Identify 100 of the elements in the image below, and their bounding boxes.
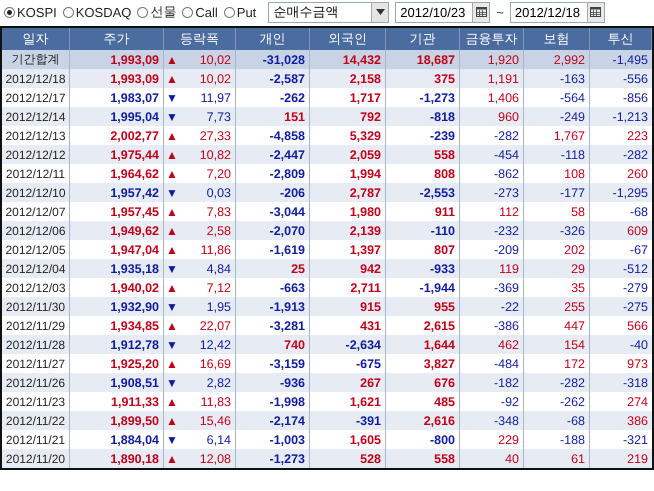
calendar-icon[interactable] — [590, 7, 602, 17]
value-cell: 29 — [524, 259, 590, 278]
date-cell: 2012/11/20 — [2, 449, 70, 468]
value-cell: 151 — [236, 107, 310, 126]
date-cell: 2012/12/18 — [2, 69, 70, 88]
metric-dropdown[interactable]: 순매수금액 — [268, 2, 390, 22]
value-cell: 462 — [460, 335, 524, 354]
trend-arrow: ▼ — [166, 262, 178, 274]
column-header[interactable]: 일자 — [2, 28, 70, 50]
change-value: 2,58 — [206, 224, 231, 238]
change-value: 11,83 — [200, 394, 231, 408]
value-cell: 154 — [524, 335, 590, 354]
trend-arrow: ▼ — [166, 434, 178, 446]
market-radio[interactable]: KOSDAQ — [62, 4, 132, 20]
price-cell: 1,995,04 — [70, 107, 164, 126]
value-cell: 119 — [460, 259, 524, 278]
column-header[interactable]: 투신 — [590, 28, 652, 50]
date-cell: 2012/12/10 — [2, 183, 70, 202]
value-cell: -2,553 — [386, 183, 460, 202]
value-cell: 18,687 — [386, 50, 460, 69]
value-cell: -177 — [524, 183, 590, 202]
value-cell: -1,495 — [590, 50, 652, 69]
value-cell: -391 — [310, 411, 386, 430]
change-value: 15,46 — [200, 414, 231, 428]
trend-arrow: ▲ — [166, 358, 178, 370]
value-cell: -182 — [460, 373, 524, 392]
value-cell: -2,174 — [236, 411, 310, 430]
column-header[interactable]: 금융투자 — [460, 28, 524, 50]
change-value: 10,02 — [200, 72, 231, 86]
price-cell: 1,899,50 — [70, 411, 164, 430]
trend-arrow: ▲ — [166, 244, 178, 256]
value-cell: -348 — [460, 411, 524, 430]
column-header[interactable]: 개인 — [236, 28, 310, 50]
trend-arrow: ▲ — [166, 130, 178, 142]
date-field[interactable]: 2012/10/23 — [395, 2, 490, 22]
value-cell: -68 — [524, 411, 590, 430]
trend-arrow: ▲ — [166, 282, 178, 294]
price-cell: 1,949,62 — [70, 221, 164, 240]
value-cell: 25 — [236, 259, 310, 278]
value-cell: 40 — [460, 449, 524, 468]
value-cell: 740 — [236, 335, 310, 354]
change-value: 7,20 — [206, 166, 231, 180]
change-value: 27,33 — [200, 128, 231, 142]
date-cell: 2012/11/26 — [2, 373, 70, 392]
value-cell: -282 — [524, 373, 590, 392]
trend-arrow: ▼ — [166, 338, 178, 350]
date-cell: 2012/12/06 — [2, 221, 70, 240]
value-cell: 375 — [386, 69, 460, 88]
market-radio[interactable]: 선물 — [137, 3, 176, 21]
price-cell: 1,993,09 — [70, 50, 164, 69]
value-cell: 61 — [524, 449, 590, 468]
price-cell: 1,890,18 — [70, 449, 164, 468]
value-cell: -936 — [236, 373, 310, 392]
change-value: 12,42 — [200, 338, 231, 352]
trend-arrow: ▲ — [166, 452, 178, 464]
price-cell: 1,932,90 — [70, 297, 164, 316]
value-cell: 558 — [386, 145, 460, 164]
change-value: 7,12 — [206, 280, 231, 294]
market-radio[interactable]: Call — [182, 4, 218, 20]
value-cell: -232 — [460, 221, 524, 240]
range-separator: ~ — [496, 4, 504, 20]
value-cell: 219 — [590, 449, 652, 468]
column-header[interactable]: 등락폭 — [164, 28, 236, 50]
value-cell: -1,213 — [590, 107, 652, 126]
value-cell: -326 — [524, 221, 590, 240]
column-header[interactable]: 기관 — [386, 28, 460, 50]
column-header[interactable]: 외국인 — [310, 28, 386, 50]
trend-arrow: ▼ — [166, 110, 178, 122]
change-value: 2,82 — [206, 376, 231, 390]
date-cell: 2012/11/22 — [2, 411, 70, 430]
value-cell: -163 — [524, 69, 590, 88]
value-cell: -818 — [386, 107, 460, 126]
price-cell: 1,975,44 — [70, 145, 164, 164]
trend-arrow: ▲ — [166, 396, 178, 408]
column-header[interactable]: 보험 — [524, 28, 590, 50]
date-field[interactable]: 2012/12/18 — [510, 2, 605, 22]
change-value: 7,73 — [206, 110, 231, 124]
change-value: 11,86 — [200, 242, 231, 256]
value-cell: 558 — [386, 449, 460, 468]
calendar-icon[interactable] — [476, 7, 487, 17]
value-cell: -110 — [386, 221, 460, 240]
market-radio[interactable]: KOSPI — [4, 4, 57, 20]
value-cell: 609 — [590, 221, 652, 240]
value-cell: 386 — [590, 411, 652, 430]
date-cell: 기간합계 — [2, 50, 70, 69]
market-radio[interactable]: Put — [224, 4, 256, 20]
value-cell: 960 — [460, 107, 524, 126]
value-cell: -512 — [590, 259, 652, 278]
change-value: 10,02 — [200, 52, 231, 66]
value-cell: 915 — [310, 297, 386, 316]
value-cell: 1,191 — [460, 69, 524, 88]
value-cell: 1,920 — [460, 50, 524, 69]
value-cell: 528 — [310, 449, 386, 468]
column-header[interactable]: 주가 — [70, 28, 164, 50]
value-cell: -1,295 — [590, 183, 652, 202]
trend-arrow: ▲ — [166, 414, 178, 426]
value-cell: -275 — [590, 297, 652, 316]
value-cell: -22 — [460, 297, 524, 316]
value-cell: -933 — [386, 259, 460, 278]
value-cell: 2,158 — [310, 69, 386, 88]
